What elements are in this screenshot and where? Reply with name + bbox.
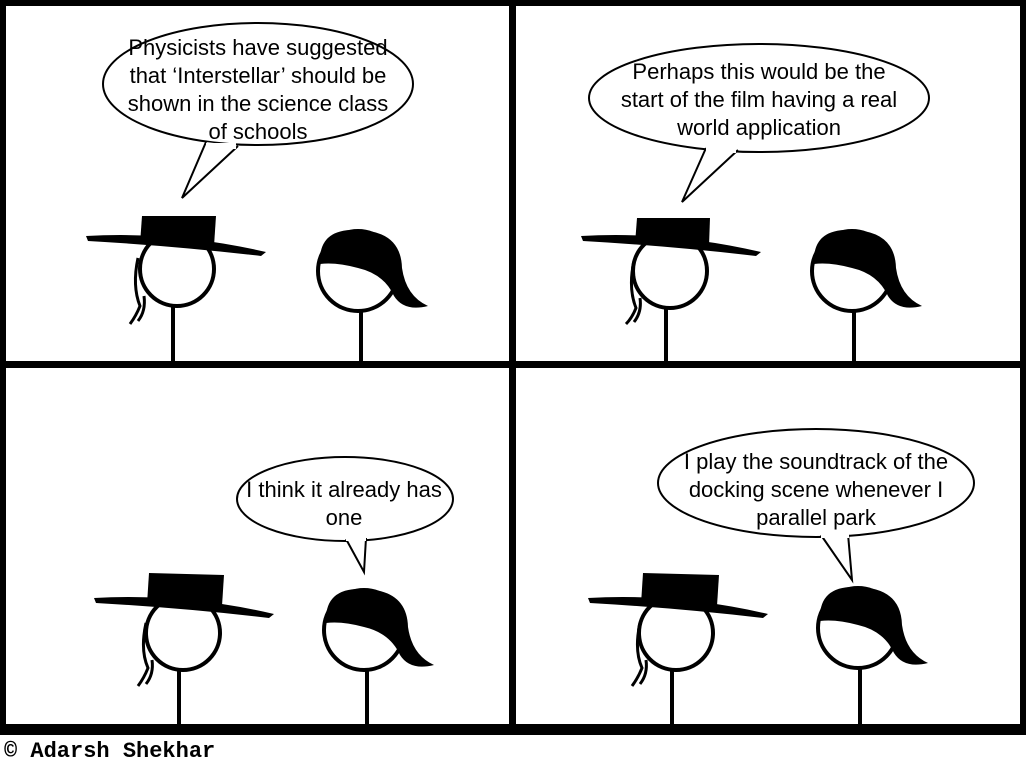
man-with-hat: [86, 216, 266, 361]
speech-bubble-tail: [820, 533, 854, 584]
panel-4-drawing: [588, 428, 975, 724]
man-with-hat: [94, 573, 274, 724]
comic-panel-4: I play the soundtrack of the docking sce…: [516, 368, 1020, 724]
woman: [816, 586, 928, 724]
speech-text: I play the soundtrack of the docking sce…: [683, 449, 949, 530]
speech-text: I think it already has one: [246, 477, 442, 530]
speech-bubble-tail: [681, 147, 739, 203]
speech-text: Physicists have suggested that ‘Interste…: [127, 35, 389, 144]
man-with-hat: [581, 218, 761, 361]
comic-panel-2: Perhaps this would be the start of the f…: [516, 6, 1020, 361]
panel-3-drawing: [94, 456, 454, 724]
comic-panel-1: Physicists have suggested that ‘Interste…: [6, 6, 509, 361]
woman: [810, 229, 922, 361]
woman: [322, 588, 434, 724]
woman: [316, 229, 428, 361]
comic-strip: Physicists have suggested that ‘Interste…: [0, 0, 1026, 735]
man-with-hat: [588, 573, 768, 724]
speech-bubble-tail: [181, 141, 239, 199]
comic-panel-3: I think it already has one: [6, 368, 509, 724]
copyright-credit: © Adarsh Shekhar: [4, 739, 216, 764]
speech-bubble-tail: [345, 537, 367, 576]
speech-text: Perhaps this would be the start of the f…: [620, 59, 898, 140]
